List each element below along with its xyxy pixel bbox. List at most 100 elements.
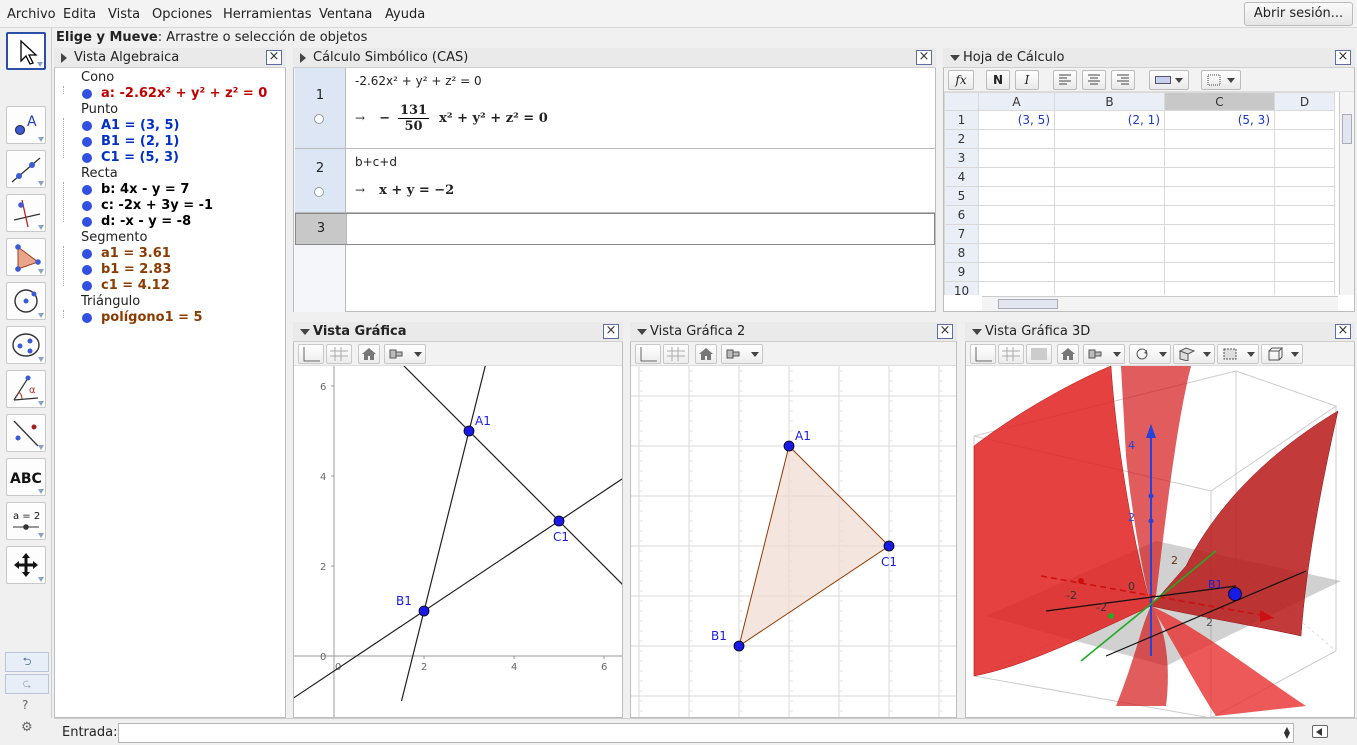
align-right-button[interactable] [1111, 70, 1135, 90]
settings-gear-icon[interactable]: ⚙ [21, 720, 33, 735]
menu-ventana[interactable]: Ventana [319, 7, 372, 22]
point-b1[interactable] [733, 640, 745, 652]
align-left-button[interactable] [1053, 70, 1077, 90]
close-cas-button[interactable]: × [916, 50, 932, 65]
axes-toggle-button[interactable] [298, 344, 324, 364]
point-capture-dropdown[interactable] [1083, 344, 1125, 364]
algebra-item[interactable]: C1 = (5, 3) [82, 150, 179, 165]
menu-herramientas[interactable]: Herramientas [223, 7, 312, 22]
bold-button[interactable]: N [986, 70, 1010, 90]
conic-tool[interactable] [6, 326, 46, 364]
point-a1[interactable] [783, 440, 795, 452]
column-header[interactable]: B [1054, 92, 1165, 111]
reflect-tool[interactable] [6, 414, 46, 452]
sheet-cell[interactable] [978, 167, 1055, 187]
algebra-category[interactable]: Punto [81, 102, 118, 117]
grid-toggle-button[interactable] [663, 344, 689, 364]
algebra-category[interactable]: Recta [81, 166, 118, 181]
sheet-cell[interactable] [1164, 129, 1275, 149]
algebra-category[interactable]: Segmento [81, 230, 147, 245]
sheet-cell[interactable]: (3, 5) [978, 110, 1055, 130]
line-d[interactable] [366, 366, 624, 611]
row-header[interactable]: 6 [944, 205, 979, 225]
sheet-cell[interactable] [1164, 243, 1275, 263]
row-header[interactable]: 1 [944, 110, 979, 130]
move-tool[interactable] [6, 32, 46, 70]
plane-toggle-button[interactable] [1026, 344, 1052, 364]
row-header[interactable]: 10 [944, 281, 979, 295]
collapse-arrow-icon[interactable] [637, 329, 647, 335]
point-capture-dropdown[interactable] [384, 344, 426, 364]
point-c1[interactable] [883, 540, 895, 552]
angle-tool[interactable]: α [6, 370, 46, 408]
sheet-cell[interactable] [1054, 262, 1165, 282]
polygon-tool[interactable] [6, 238, 46, 276]
visibility-toggle-icon[interactable] [82, 89, 92, 99]
visibility-toggle-icon[interactable] [82, 313, 92, 323]
sheet-cell[interactable] [1274, 205, 1335, 225]
slider-tool[interactable]: a = 2 [6, 502, 46, 540]
graphics-3d-canvas[interactable]: 4 2 2 -2 0 -2 2 B1 [966, 366, 1355, 718]
sheet-cell[interactable]: (2, 1) [1054, 110, 1165, 130]
input-field[interactable]: ▲ ▼ [118, 723, 1294, 743]
collapse-arrow-icon[interactable] [950, 55, 960, 61]
point-b1[interactable] [418, 605, 430, 617]
spreadsheet-grid[interactable]: A B C D 1 (3, 5) (2, 1) (5, 3) 2 3 4 5 6 7 8 9 10 [944, 92, 1339, 295]
corner-cell[interactable] [944, 92, 979, 111]
sheet-cell[interactable] [978, 243, 1055, 263]
rotate-view-dropdown[interactable] [1129, 344, 1171, 364]
history-updown-icon[interactable]: ▲ ▼ [1284, 726, 1290, 740]
cas-row-3[interactable]: 3 [295, 213, 935, 245]
point-c1[interactable] [553, 515, 565, 527]
home-button[interactable] [695, 344, 717, 364]
line-tool[interactable] [6, 150, 46, 188]
menu-vista[interactable]: Vista [108, 7, 140, 22]
sheet-cell[interactable] [978, 224, 1055, 244]
visibility-toggle-icon[interactable] [82, 153, 92, 163]
visibility-toggle-icon[interactable] [82, 137, 92, 147]
row-header[interactable]: 3 [944, 148, 979, 168]
bg-color-dropdown[interactable] [1149, 70, 1189, 90]
clipping-dropdown[interactable] [1217, 344, 1259, 364]
sheet-cell[interactable] [1164, 281, 1275, 295]
help-icon[interactable]: ? [22, 698, 28, 712]
sheet-cell[interactable] [1054, 129, 1165, 149]
visibility-toggle-icon[interactable] [82, 121, 92, 131]
row-header[interactable]: 4 [944, 167, 979, 187]
visibility-toggle-icon[interactable] [82, 281, 92, 291]
sheet-cell[interactable] [1164, 224, 1275, 244]
sheet-cell[interactable] [1274, 281, 1335, 295]
grid-toggle-button[interactable] [998, 344, 1024, 364]
column-header[interactable]: A [978, 92, 1055, 111]
cas-row-1[interactable]: 1 -2.62x² + y² + z² = 0 → − 131 50 x² + … [295, 68, 935, 149]
algebra-item[interactable]: a: -2.62x² + y² + z² = 0 [82, 86, 267, 101]
menu-edita[interactable]: Edita [63, 7, 96, 22]
algebra-item[interactable]: c1 = 4.12 [82, 278, 170, 293]
redo-button[interactable]: ⮎ [5, 674, 49, 694]
sheet-cell[interactable] [978, 281, 1055, 295]
sheet-cell[interactable] [1054, 243, 1165, 263]
point-a1[interactable] [463, 425, 475, 437]
fx-button[interactable]: fx [948, 70, 974, 90]
cas-input[interactable]: b+c+d [355, 155, 397, 169]
algebra-item[interactable]: b: 4x - y = 7 [82, 182, 189, 197]
menu-archivo[interactable]: Archivo [7, 7, 56, 22]
algebra-item[interactable]: a1 = 3.61 [82, 246, 171, 261]
axes-toggle-button[interactable] [970, 344, 996, 364]
algebra-item[interactable]: B1 = (2, 1) [82, 134, 179, 149]
sheet-cell[interactable] [1164, 148, 1275, 168]
visibility-toggle-icon[interactable] [82, 217, 92, 227]
sheet-cell[interactable] [978, 205, 1055, 225]
visibility-toggle-icon[interactable] [82, 265, 92, 275]
row-header[interactable]: 8 [944, 243, 979, 263]
sheet-cell[interactable] [1054, 167, 1165, 187]
cas-input[interactable]: -2.62x² + y² + z² = 0 [355, 74, 482, 88]
cas-row-2[interactable]: 2 b+c+d → x + y = −2 [295, 149, 935, 213]
close-graphics-3d-button[interactable]: × [1335, 324, 1351, 339]
sheet-cell[interactable] [978, 186, 1055, 206]
sheet-cell[interactable] [1054, 224, 1165, 244]
cas-toggle-radio[interactable] [314, 187, 324, 197]
point-b1[interactable] [1228, 587, 1242, 601]
login-button[interactable]: Abrir sesión... [1244, 2, 1353, 26]
move-view-tool[interactable] [6, 546, 46, 584]
